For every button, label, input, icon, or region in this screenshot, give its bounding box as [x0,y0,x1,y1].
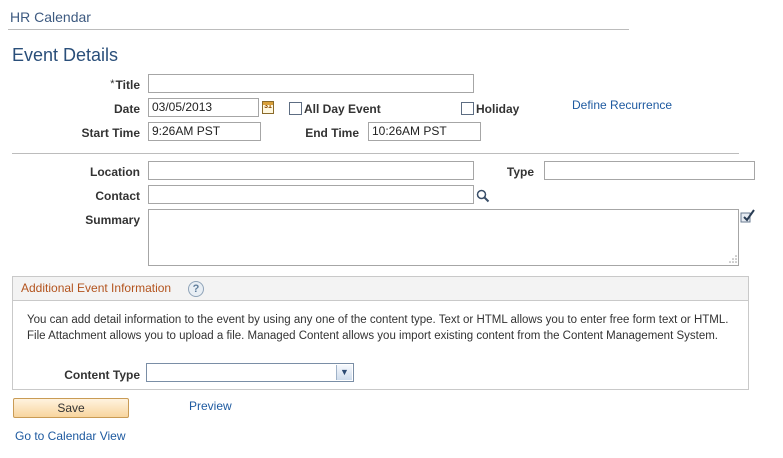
save-button[interactable]: Save [13,398,129,418]
calendar-icon[interactable]: 31 [262,101,274,114]
type-label: Type [506,165,534,179]
additional-info-title: Additional Event Information [21,281,172,295]
breadcrumb: HR Calendar [10,9,91,25]
header-divider [8,29,629,30]
holiday-label: Holiday [476,102,520,116]
additional-info-header: Additional Event Information ? [13,277,748,301]
summary-textarea[interactable] [148,209,739,266]
type-input[interactable] [544,161,755,180]
contact-label: Contact [95,189,140,203]
resize-handle-icon[interactable] [728,254,737,263]
content-type-select[interactable]: ▼ [146,363,354,382]
magnifier-icon[interactable] [476,189,490,203]
date-input[interactable]: 03/05/2013 [148,98,259,117]
title-label: *Title [110,78,140,92]
define-recurrence-link[interactable]: Define Recurrence [572,98,672,112]
page-title: Event Details [12,45,119,65]
required-mark: * [110,78,115,90]
section-divider [12,153,739,154]
title-input[interactable] [148,74,474,93]
holiday-checkbox[interactable] [461,102,474,115]
additional-info-description: You can add detail information to the ev… [27,314,729,342]
location-label: Location [90,165,140,179]
preview-link[interactable]: Preview [189,399,232,413]
start-time-label: Start Time [81,126,140,140]
additional-info-section: Additional Event Information ? You can a… [12,276,749,390]
content-type-label: Content Type [64,368,140,382]
go-to-calendar-view-link[interactable]: Go to Calendar View [15,429,126,443]
summary-label: Summary [85,213,140,227]
start-time-input[interactable]: 9:26AM PST [148,122,261,141]
end-time-input[interactable]: 10:26AM PST [368,122,481,141]
chevron-down-icon[interactable]: ▼ [336,365,352,380]
contact-input[interactable] [148,185,474,204]
spellcheck-icon[interactable] [739,208,755,224]
all-day-event-checkbox[interactable] [289,102,302,115]
location-input[interactable] [148,161,474,180]
help-icon[interactable]: ? [188,281,204,297]
all-day-event-label: All Day Event [304,102,381,116]
date-label: Date [113,102,140,116]
end-time-label: End Time [305,126,359,140]
